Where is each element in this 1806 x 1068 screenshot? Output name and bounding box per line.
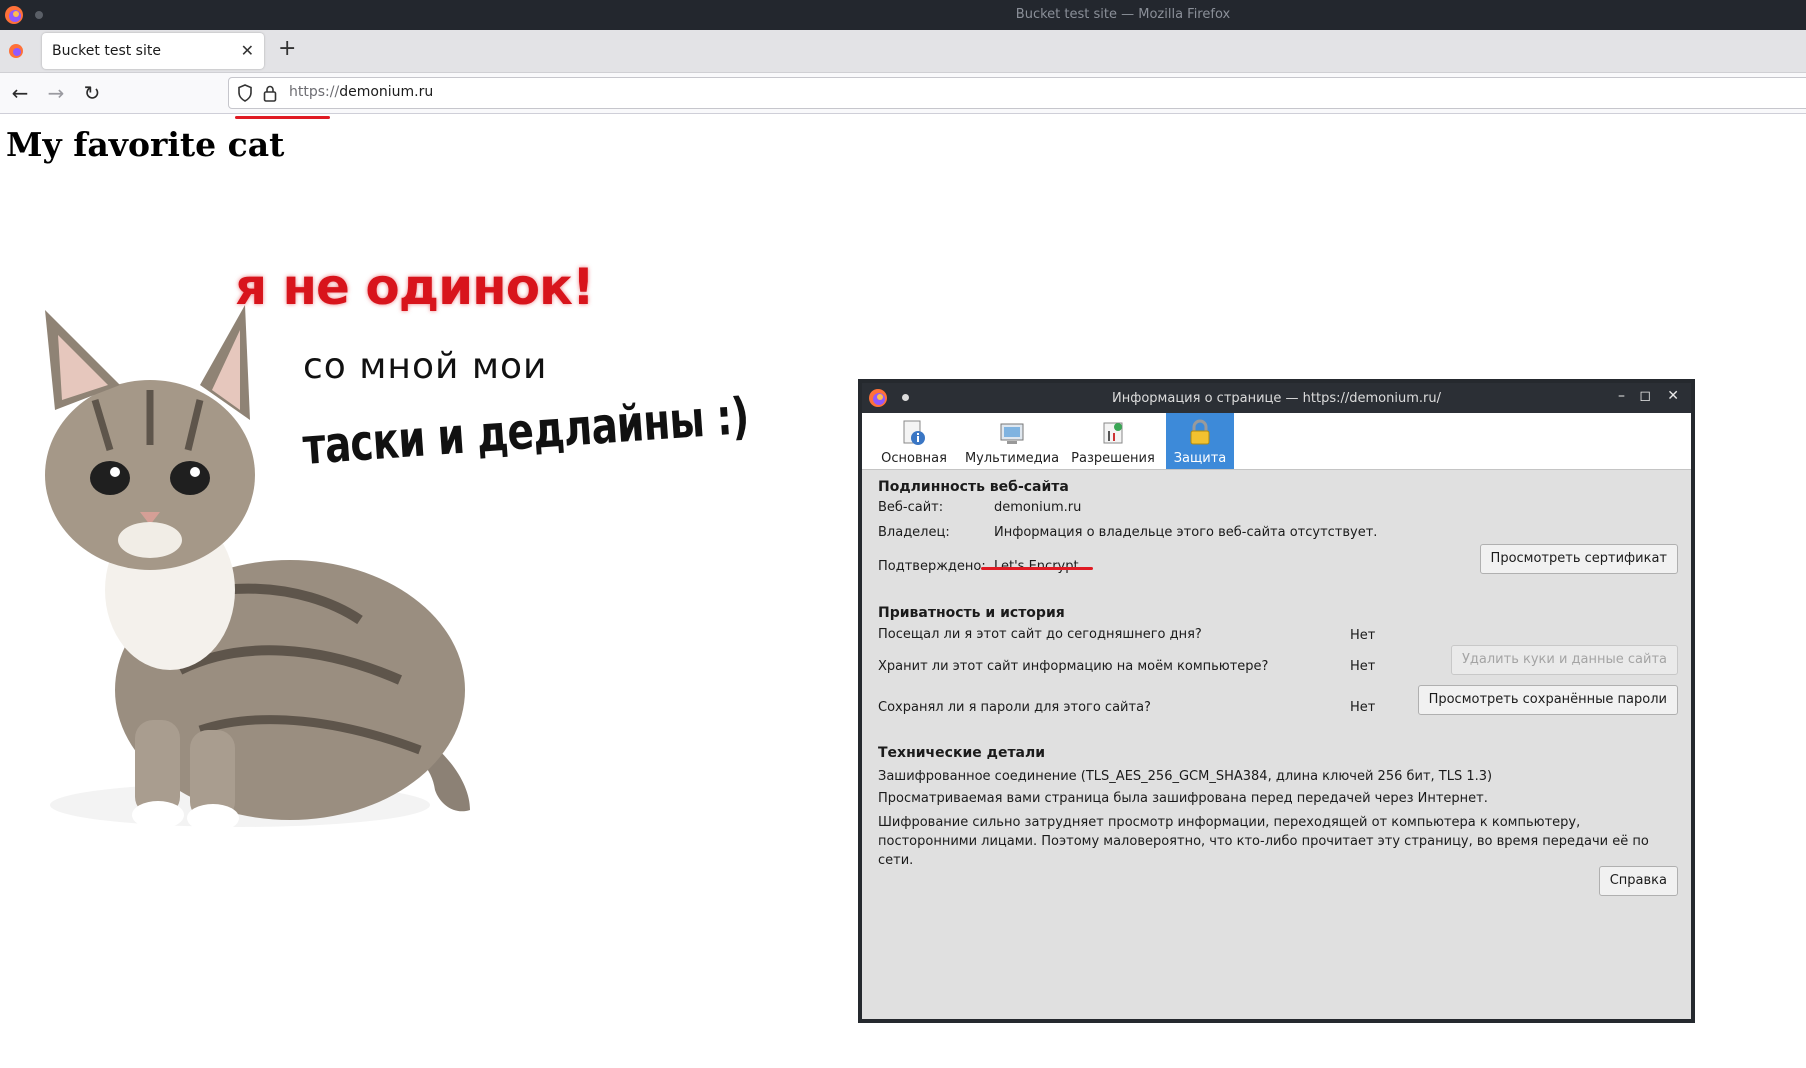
forward-arrow-icon[interactable]: → [42,79,70,107]
media-icon [1000,423,1024,444]
url-bar[interactable]: https://demonium.ru [228,77,1806,109]
stores-data-question: Хранит ли этот сайт информацию на моём к… [878,659,1269,674]
technical-line-2: Просматриваемая вами страница была зашиф… [878,791,1488,806]
owner-label: Владелец: [878,525,950,540]
tracking-shield-icon[interactable] [237,84,253,102]
dialog-tabs: Основная Мультимедиа Разрешения Защита [862,413,1691,470]
close-tab-icon[interactable]: ✕ [241,41,254,60]
view-certificate-button[interactable]: Просмотреть сертификат [1479,544,1678,574]
maximize-icon[interactable]: ◻ [1639,388,1651,404]
url-scheme: https:// [289,84,340,100]
tab-media-label: Мультимедиа [964,451,1060,466]
visited-answer: Нет [1350,628,1376,643]
website-label: Веб-сайт: [878,500,944,515]
kitten-image [45,305,470,832]
tab-label: Bucket test site [52,43,161,59]
website-value: demonium.ru [994,500,1082,515]
tab-permissions[interactable]: Разрешения [1069,413,1157,469]
navigation-bar: ← → ↻ https://demonium.ru [0,73,1806,114]
tab-bucket-test-site[interactable]: Bucket test site ✕ [42,33,264,69]
meme-caption-line2: со мной мои [303,346,548,387]
back-arrow-icon[interactable]: ← [6,79,34,107]
lock-icon[interactable] [263,84,277,102]
view-passwords-button[interactable]: Просмотреть сохранённые пароли [1417,685,1678,715]
dialog-title: Информация о странице — https://demonium… [1112,391,1441,406]
technical-line-3: Шифрование сильно затрудняет просмотр ин… [878,815,1649,868]
new-tab-icon[interactable]: + [278,36,296,61]
technical-line-1: Зашифрованное соединение (TLS_AES_256_GC… [878,769,1493,784]
tab-permissions-label: Разрешения [1071,451,1155,466]
firefox-view-icon[interactable] [8,43,24,59]
permissions-icon [1103,422,1123,444]
verified-label: Подтверждено: [878,559,986,574]
tab-media[interactable]: Мультимедиа [962,413,1062,469]
privacy-heading: Приватность и история [878,605,1065,621]
tab-strip: Bucket test site ✕ + [0,30,1806,73]
dialog-titlebar: Информация о странице — https://demonium… [862,383,1691,413]
window-titlebar: Bucket test site — Mozilla Firefox [0,0,1806,30]
minimize-icon[interactable]: – [1618,388,1625,404]
tab-security-label: Защита [1173,451,1227,466]
url-host: demonium.ru [339,84,434,100]
stores-data-answer: Нет [1350,659,1376,674]
padlock-icon [1190,419,1210,445]
passwords-answer: Нет [1350,700,1376,715]
page-title: My favorite cat [6,125,285,164]
identity-heading: Подлинность веб-сайта [878,479,1069,495]
page-info-dialog: Информация о странице — https://demonium… [858,379,1695,1023]
meme-caption-line1: я не одинок! [235,258,595,316]
tab-general-label: Основная [881,451,947,466]
info-page-icon [903,420,925,445]
annotation-underline-ca [981,567,1093,570]
technical-heading: Технические детали [878,745,1046,761]
window-title: Bucket test site — Mozilla Firefox [1015,7,1231,22]
owner-value: Информация о владельце этого веб-сайта о… [994,525,1378,540]
close-icon[interactable]: ✕ [1667,388,1679,404]
url-text: https://demonium.ru [289,84,433,100]
tab-general[interactable]: Основная [878,413,950,469]
reload-icon[interactable]: ↻ [78,79,106,107]
passwords-question: Сохранял ли я пароли для этого сайта? [878,700,1151,715]
help-button[interactable]: Справка [1598,866,1678,896]
tab-security[interactable]: Защита [1166,413,1234,469]
clear-cookies-button[interactable]: Удалить куки и данные сайта [1450,645,1678,675]
annotation-underline-url [235,116,330,119]
visited-question: Посещал ли я этот сайт до сегодняшнего д… [878,627,1202,642]
